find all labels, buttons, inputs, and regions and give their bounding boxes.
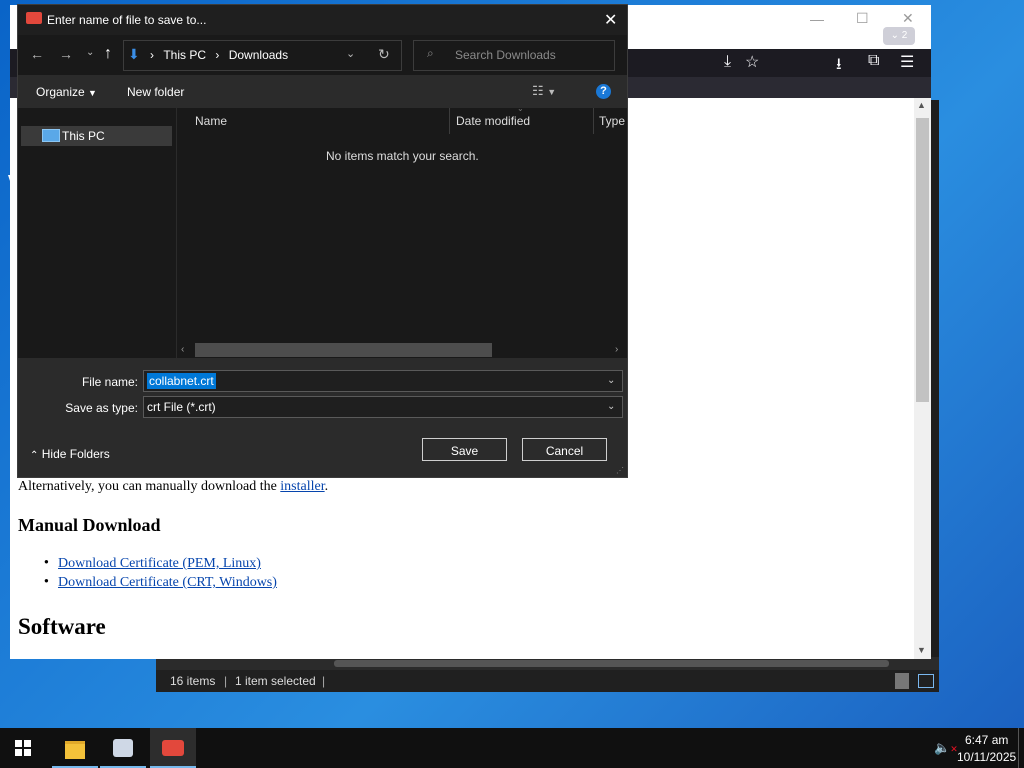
up-arrow-icon[interactable]: ↑ [104,45,112,63]
breadcrumb-downloads[interactable]: Downloads [229,48,288,62]
breadcrumb-separator: › [215,48,220,62]
bookmark-star-icon[interactable]: ☆ [745,52,759,72]
manual-download-heading: Manual Download [18,515,161,535]
download-count: 2 [901,30,908,41]
alt-text-end: . [324,479,329,494]
dialog-close-icon[interactable]: ✕ [604,10,617,30]
chevron-down-icon: ▼ [88,88,97,98]
column-type[interactable]: Type [599,114,625,128]
downloads-folder-icon: ⬇ [128,46,140,62]
list-item: Download Certificate (PEM, Linux) [44,556,277,575]
clock-time[interactable]: 6:47 am [965,733,1008,747]
software-heading: Software [18,614,106,639]
explorer-scroll-thumb[interactable] [334,660,889,667]
organize-label: Organize [36,85,85,99]
file-explorer-icon [65,741,85,759]
clock-date[interactable]: 10/11/2025 [957,750,1016,764]
breadcrumb: › This PC › Downloads [150,48,288,62]
installer-link[interactable]: installer [280,479,324,494]
explorer-status-bar: 16 items | 1 item selected | [156,670,939,692]
computer-icon [42,129,60,142]
horizontal-scroll-thumb[interactable] [195,343,492,357]
view-options-icon[interactable]: ☷ ▼ [532,83,556,99]
browser-icon [162,740,184,756]
sort-indicator-icon: ⌄ [517,104,524,113]
scroll-up-icon[interactable]: ▲ [917,100,926,110]
column-divider[interactable] [593,108,594,134]
hide-folders-button[interactable]: ⌃ Hide Folders [30,447,110,461]
certificate-list: Download Certificate (PEM, Linux) Downlo… [44,556,277,594]
taskbar-file-explorer[interactable] [52,728,98,768]
close-icon[interactable]: ✕ [902,10,914,27]
alt-text: Alternatively, you can manually download… [18,479,281,494]
save-as-type-value: crt File (*.crt) [147,400,216,414]
chevron-up-icon: ⌃ [30,450,39,461]
scroll-left-icon[interactable]: ‹ [181,344,184,355]
refresh-icon[interactable]: ↻ [378,46,390,63]
taskbar-browser[interactable] [150,728,196,768]
column-divider[interactable] [449,108,450,134]
column-date-modified[interactable]: Date modified [456,114,530,128]
menu-icon[interactable]: ☰ [900,52,914,72]
column-name[interactable]: Name [195,114,227,128]
empty-list-message: No items match your search. [326,149,479,163]
file-list [177,108,627,358]
mouse-cursor-icon [8,175,14,193]
crt-certificate-link[interactable]: Download Certificate (CRT, Windows) [58,575,277,590]
forward-arrow-icon[interactable]: → [59,46,73,62]
new-folder-button[interactable]: New folder [127,85,184,99]
save-to-pocket-icon[interactable]: ⤓ [724,53,731,71]
control-panel-icon [113,739,133,757]
search-icon: ⌕ [427,46,434,60]
address-dropdown-icon[interactable]: ⌄ [346,47,355,60]
extensions-icon[interactable]: ⧉ [868,52,879,70]
cancel-button[interactable]: Cancel [522,438,607,461]
nav-item-label: This PC [62,129,105,143]
file-name-label: File name: [81,375,138,389]
page-scroll-thumb[interactable] [916,118,929,402]
dialog-title: Enter name of file to save to... [47,13,207,27]
browser-app-icon [26,12,42,24]
save-button[interactable]: Save [422,438,507,461]
save-as-type-dropdown-icon[interactable]: ⌄ [607,401,615,412]
resize-grip-icon[interactable]: ⋰ [616,466,624,475]
breadcrumb-this-pc[interactable]: This PC [163,48,206,62]
start-button[interactable] [0,728,46,768]
pem-certificate-link[interactable]: Download Certificate (PEM, Linux) [58,556,261,571]
organize-button[interactable]: Organize ▼ [36,85,97,99]
hide-folders-label: Hide Folders [41,447,110,461]
scroll-down-icon[interactable]: ▼ [917,645,926,655]
downloads-icon[interactable]: ⭳ [836,53,842,80]
minimize-icon[interactable]: — [810,11,824,27]
tiles-view-icon[interactable] [918,674,934,688]
show-desktop-button[interactable] [1018,728,1019,768]
start-icon [15,740,31,756]
details-view-icon[interactable] [895,673,909,689]
status-separator: | [322,674,326,688]
list-item: Download Certificate (CRT, Windows) [44,575,277,594]
file-name-dropdown-icon[interactable]: ⌄ [607,375,615,386]
status-item-count: 16 items [170,674,216,688]
maximize-icon[interactable]: ☐ [856,10,869,27]
file-name-field[interactable]: collabnet.crt [147,373,216,389]
status-selected-count: 1 item selected [235,674,316,688]
downloads-badge[interactable]: ⌄ 2 [883,27,915,45]
volume-muted-icon[interactable]: 🔈✕ [934,740,958,756]
breadcrumb-separator: › [150,48,154,62]
alternative-download-text: Alternatively, you can manually download… [18,479,328,495]
status-separator: | [224,674,228,688]
search-input[interactable] [453,47,607,63]
back-arrow-icon[interactable]: ← [30,46,44,62]
help-icon[interactable]: ? [596,84,611,99]
chevron-down-icon: ⌄ [890,30,902,41]
recent-locations-chevron-icon[interactable]: ⌄ [86,47,94,58]
taskbar-control-panel[interactable] [100,728,146,768]
scroll-right-icon[interactable]: › [615,344,618,355]
save-as-type-label: Save as type: [65,401,138,415]
